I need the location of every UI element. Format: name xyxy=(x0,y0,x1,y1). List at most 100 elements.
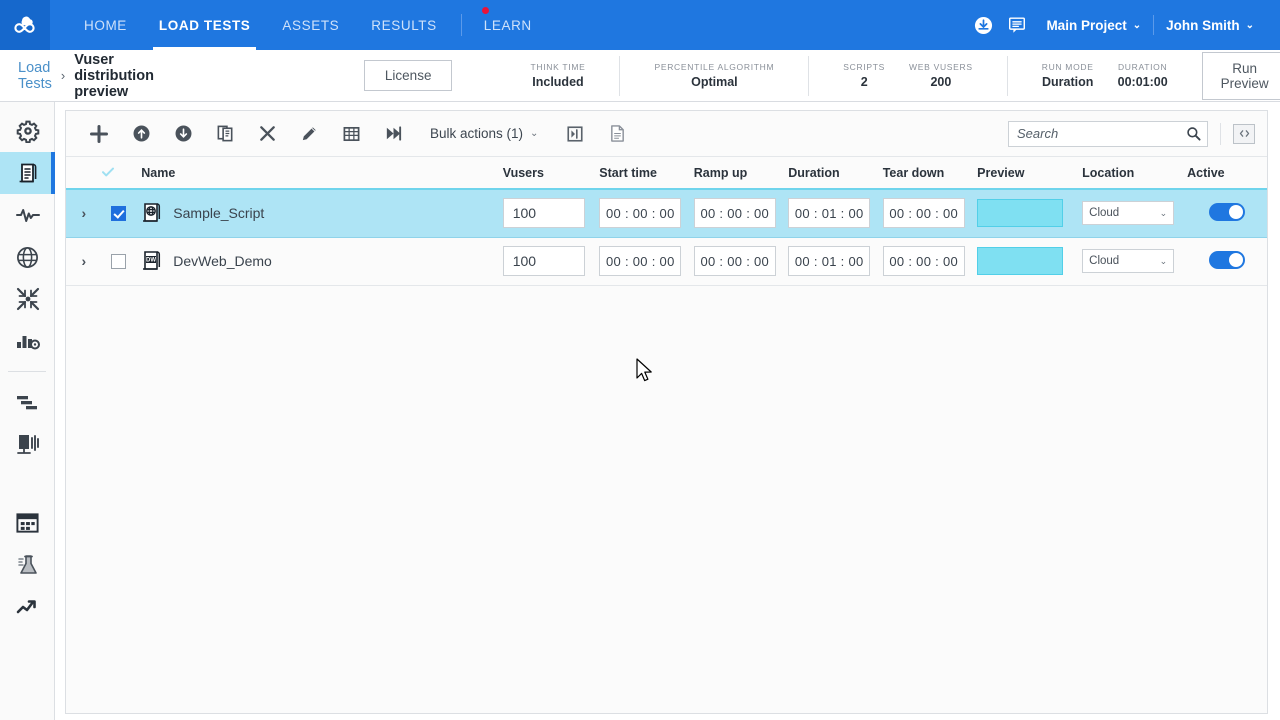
tear-down-input[interactable]: 00 : 00 : 00 xyxy=(883,198,965,228)
cell-checkbox[interactable] xyxy=(102,189,136,237)
th-ramp-up[interactable]: Ramp up xyxy=(694,157,788,189)
download-script-button[interactable] xyxy=(162,117,204,151)
collapse-panel-button[interactable] xyxy=(1233,124,1255,144)
start-time-input[interactable]: 00 : 00 : 00 xyxy=(599,246,681,276)
app-logo[interactable] xyxy=(0,0,50,50)
cell-active[interactable] xyxy=(1187,237,1267,285)
sidebar-item-distribution[interactable] xyxy=(0,278,55,320)
active-toggle[interactable] xyxy=(1209,251,1245,269)
breadcrumb-parent-link[interactable]: Load Tests xyxy=(18,60,52,92)
cell-tear-down[interactable]: 00 : 00 : 00 xyxy=(883,237,977,285)
report-button[interactable] xyxy=(596,117,638,151)
stat-web-vusers[interactable]: WEB VUSERS 200 xyxy=(897,56,985,96)
sidebar-item-scripts[interactable] xyxy=(0,152,55,194)
preview-bar[interactable] xyxy=(977,247,1063,275)
th-preview[interactable]: Preview xyxy=(977,157,1082,189)
stat-think-time[interactable]: THINK TIME Included xyxy=(518,56,597,96)
run-preview-button[interactable]: Run Preview xyxy=(1202,52,1280,100)
sidebar-item-network[interactable] xyxy=(0,236,55,278)
nav-item-load-tests[interactable]: LOAD TESTS xyxy=(143,0,267,50)
duration-input[interactable]: 00 : 01 : 00 xyxy=(788,198,870,228)
cell-vusers[interactable] xyxy=(503,189,600,237)
nav-item-learn[interactable]: LEARN xyxy=(470,0,548,50)
th-name[interactable]: Name xyxy=(135,157,502,189)
delete-script-button[interactable] xyxy=(246,117,288,151)
vusers-input[interactable] xyxy=(503,198,585,228)
cell-tear-down[interactable]: 00 : 00 : 00 xyxy=(883,189,977,237)
cell-preview[interactable] xyxy=(977,237,1082,285)
cell-checkbox[interactable] xyxy=(102,237,136,285)
add-script-button[interactable] xyxy=(78,117,120,151)
cell-expand[interactable]: › xyxy=(66,189,102,237)
cell-active[interactable] xyxy=(1187,189,1267,237)
search-input[interactable] xyxy=(1009,122,1207,146)
cell-start-time[interactable]: 00 : 00 : 00 xyxy=(599,189,693,237)
th-active[interactable]: Active xyxy=(1187,157,1267,189)
duration-input[interactable]: 00 : 01 : 00 xyxy=(788,246,870,276)
start-time-input[interactable]: 00 : 00 : 00 xyxy=(599,198,681,228)
run-script-button[interactable] xyxy=(554,117,596,151)
cell-preview[interactable] xyxy=(977,189,1082,237)
tear-down-input[interactable]: 00 : 00 : 00 xyxy=(883,246,965,276)
duplicate-script-button[interactable] xyxy=(204,117,246,151)
cell-location[interactable]: Cloud ⌄ xyxy=(1082,189,1187,237)
location-select[interactable]: Cloud ⌄ xyxy=(1082,201,1174,225)
cell-ramp-up[interactable]: 00 : 00 : 00 xyxy=(694,237,788,285)
location-value: Cloud xyxy=(1089,207,1119,219)
sidebar-item-servers[interactable] xyxy=(0,423,55,465)
sidebar-item-experiments[interactable] xyxy=(0,544,55,586)
project-selector[interactable]: Main Project ⌄ xyxy=(1034,18,1153,33)
download-button[interactable] xyxy=(966,0,1000,50)
chevron-right-icon[interactable]: › xyxy=(82,253,87,269)
cell-vusers[interactable] xyxy=(503,237,600,285)
skip-forward-button[interactable] xyxy=(372,117,414,151)
license-button[interactable]: License xyxy=(364,60,453,91)
sidebar-item-slas[interactable] xyxy=(0,320,55,362)
edit-script-button[interactable] xyxy=(288,117,330,151)
vusers-input[interactable] xyxy=(503,246,585,276)
user-menu[interactable]: John Smith ⌄ xyxy=(1154,18,1266,33)
cell-duration[interactable]: 00 : 01 : 00 xyxy=(788,189,882,237)
cell-duration[interactable]: 00 : 01 : 00 xyxy=(788,237,882,285)
upload-script-button[interactable] xyxy=(120,117,162,151)
stat-percentile-algorithm[interactable]: PERCENTILE ALGORITHM Optimal xyxy=(642,56,786,96)
grid-view-button[interactable] xyxy=(330,117,372,151)
sidebar-item-settings[interactable] xyxy=(0,110,55,152)
sidebar-item-load-profile[interactable] xyxy=(0,381,55,423)
th-tear-down[interactable]: Tear down xyxy=(883,157,977,189)
stat-scripts[interactable]: SCRIPTS 2 xyxy=(831,56,897,96)
chevron-right-icon[interactable]: › xyxy=(82,205,87,221)
cell-name[interactable]: Sample_Script xyxy=(135,189,502,237)
th-select-all[interactable] xyxy=(102,157,136,189)
row-checkbox[interactable] xyxy=(111,254,126,269)
nav-item-assets[interactable]: ASSETS xyxy=(266,0,355,50)
th-start-time[interactable]: Start time xyxy=(599,157,693,189)
location-select[interactable]: Cloud ⌄ xyxy=(1082,249,1174,273)
sidebar-item-schedule[interactable] xyxy=(0,502,55,544)
nav-item-results[interactable]: RESULTS xyxy=(355,0,452,50)
th-duration[interactable]: Duration xyxy=(788,157,882,189)
cell-ramp-up[interactable]: 00 : 00 : 00 xyxy=(694,189,788,237)
chat-button[interactable] xyxy=(1000,0,1034,50)
ramp-up-input[interactable]: 00 : 00 : 00 xyxy=(694,246,776,276)
sidebar-item-monitors[interactable] xyxy=(0,194,55,236)
stat-duration[interactable]: DURATION 00:01:00 xyxy=(1106,56,1180,96)
preview-bar[interactable] xyxy=(977,199,1063,227)
row-checkbox[interactable] xyxy=(111,206,126,221)
search-box[interactable] xyxy=(1008,121,1208,147)
table-row[interactable]: › DW xyxy=(66,237,1267,285)
ramp-up-input[interactable]: 00 : 00 : 00 xyxy=(694,198,776,228)
cell-name[interactable]: DW DevWeb_Demo xyxy=(135,237,502,285)
nav-label-home: HOME xyxy=(84,18,127,33)
cell-start-time[interactable]: 00 : 00 : 00 xyxy=(599,237,693,285)
sidebar-item-trends[interactable] xyxy=(0,586,55,628)
bulk-actions-dropdown[interactable]: Bulk actions (1) ⌄ xyxy=(430,126,538,141)
th-location[interactable]: Location xyxy=(1082,157,1187,189)
stat-run-mode[interactable]: RUN MODE Duration xyxy=(1030,56,1106,96)
nav-item-home[interactable]: HOME xyxy=(68,0,143,50)
th-vusers[interactable]: Vusers xyxy=(503,157,600,189)
active-toggle[interactable] xyxy=(1209,203,1245,221)
cell-location[interactable]: Cloud ⌄ xyxy=(1082,237,1187,285)
cell-expand[interactable]: › xyxy=(66,237,102,285)
table-row[interactable]: › xyxy=(66,189,1267,237)
